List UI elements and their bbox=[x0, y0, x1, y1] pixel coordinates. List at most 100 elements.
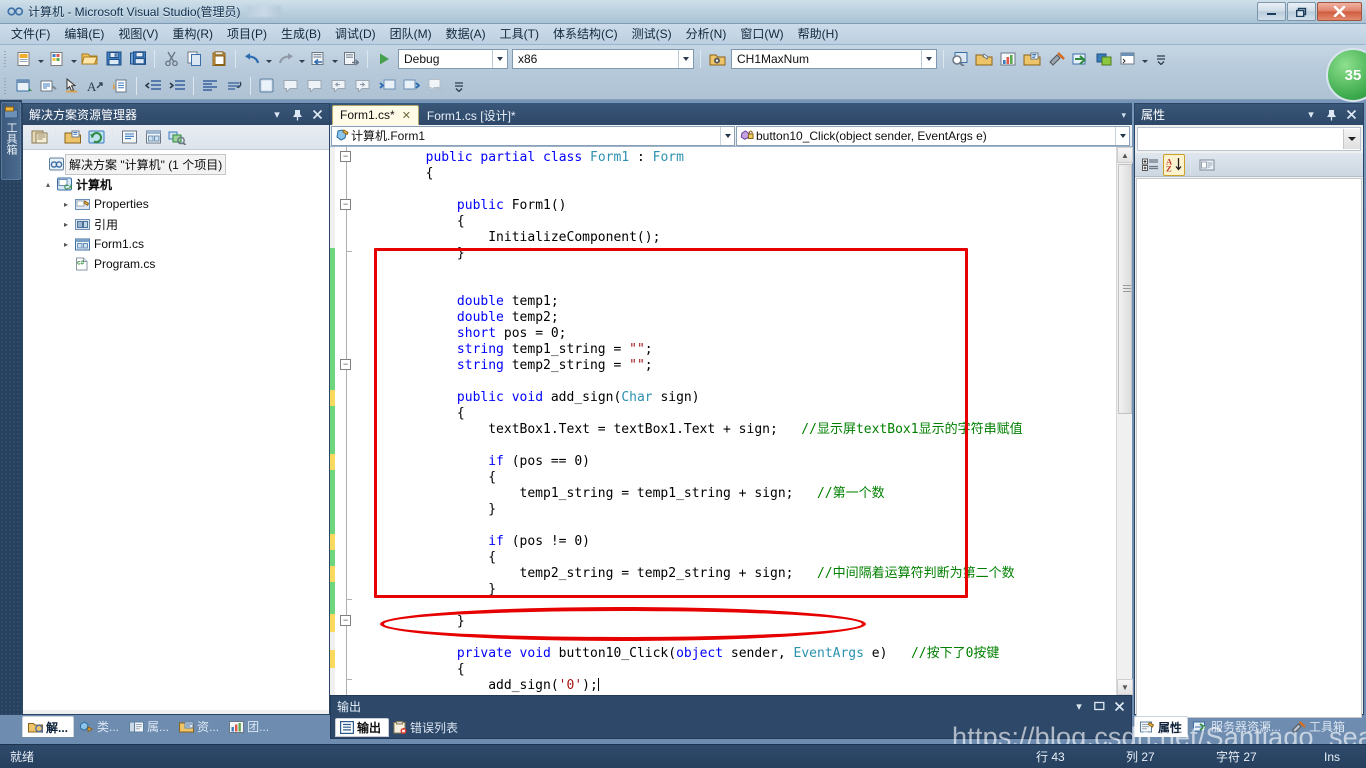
code-text[interactable]: public partial class Form1 : Form { publ… bbox=[359, 147, 1116, 695]
pin-icon[interactable] bbox=[289, 107, 305, 123]
save-all-icon[interactable] bbox=[127, 48, 149, 70]
uncomment-icon[interactable] bbox=[304, 75, 326, 97]
output-tab-output[interactable]: 输出 bbox=[335, 717, 390, 737]
add-new-item-dropdown-icon[interactable] bbox=[69, 48, 78, 70]
add-new-item-icon[interactable] bbox=[46, 48, 68, 70]
navigate-backward-dropdown-icon[interactable] bbox=[330, 48, 339, 70]
show-all-files-icon[interactable] bbox=[61, 126, 83, 148]
menu-item-help[interactable]: 帮助(H) bbox=[791, 23, 846, 45]
scroll-up-button[interactable]: ▲ bbox=[1117, 147, 1133, 163]
toolbar-options-icon[interactable] bbox=[448, 75, 470, 97]
menu-item-architecture[interactable]: 体系结构(C) bbox=[546, 23, 625, 45]
scroll-down-button[interactable]: ▼ bbox=[1117, 679, 1133, 695]
scrollbar-thumb[interactable] bbox=[1118, 164, 1132, 414]
tree-item-program-cs[interactable]: c# Program.cs bbox=[27, 254, 329, 274]
solution-configuration-combo[interactable]: Debug bbox=[398, 48, 508, 69]
toolbar-grip[interactable] bbox=[3, 76, 10, 95]
expand-outline-icon[interactable] bbox=[400, 75, 422, 97]
menu-item-project[interactable]: 项目(P) bbox=[220, 23, 274, 45]
redo-dropdown-icon[interactable] bbox=[297, 48, 306, 70]
fold-toggle-constructor[interactable]: − bbox=[340, 199, 351, 210]
undo-dropdown-icon[interactable] bbox=[264, 48, 273, 70]
solution-explorer-icon[interactable] bbox=[1021, 48, 1043, 70]
toolbar-overflow-icon[interactable] bbox=[1140, 48, 1149, 70]
display-form-icon[interactable] bbox=[13, 75, 35, 97]
code-editor[interactable]: − − − − public partial class Form1 : For… bbox=[330, 147, 1133, 695]
dock-tab-server-explorer[interactable]: 服务器资源... bbox=[1188, 716, 1286, 737]
tree-item-references[interactable]: ▸ 引用 bbox=[27, 214, 329, 234]
refresh-icon[interactable] bbox=[85, 126, 107, 148]
align-left-icon[interactable] bbox=[199, 75, 221, 97]
find-in-files-icon[interactable] bbox=[949, 48, 971, 70]
view-code-icon[interactable] bbox=[118, 126, 140, 148]
tree-expander[interactable]: ▸ bbox=[59, 200, 73, 209]
menu-item-window[interactable]: 窗口(W) bbox=[733, 23, 790, 45]
panel-icon[interactable] bbox=[256, 75, 278, 97]
server-explorer-icon[interactable] bbox=[1069, 48, 1091, 70]
close-icon[interactable]: ✕ bbox=[402, 109, 411, 122]
dock-tab-team-explorer[interactable]: 团... bbox=[224, 716, 274, 737]
close-button[interactable] bbox=[1317, 2, 1362, 21]
dock-tab-properties[interactable]: 属... bbox=[124, 716, 174, 737]
class-view-icon[interactable] bbox=[1093, 48, 1115, 70]
menu-item-refactor[interactable]: 重构(R) bbox=[165, 23, 220, 45]
dock-tab-toolbox[interactable]: 工具箱 bbox=[1286, 716, 1350, 737]
pointer-icon[interactable] bbox=[61, 75, 83, 97]
view-code-icon[interactable] bbox=[37, 75, 59, 97]
chevron-down-icon[interactable] bbox=[1343, 129, 1360, 149]
clear-bookmarks-icon[interactable] bbox=[424, 75, 446, 97]
left-dock-tab-toolbox[interactable]: 工具箱 bbox=[1, 102, 21, 180]
close-icon[interactable] bbox=[1111, 698, 1127, 714]
chevron-down-icon[interactable] bbox=[720, 126, 734, 145]
chevron-down-icon[interactable]: ▾ bbox=[269, 107, 285, 123]
startup-project-combo[interactable]: CH1MaxNum bbox=[731, 48, 937, 69]
output-tab-error-list[interactable]: 错误列表 bbox=[389, 718, 465, 737]
properties-page-icon[interactable] bbox=[1196, 154, 1218, 176]
bookmark-prev-icon[interactable] bbox=[328, 75, 350, 97]
restore-icon[interactable] bbox=[1091, 698, 1107, 714]
comment-icon[interactable] bbox=[280, 75, 302, 97]
close-icon[interactable] bbox=[309, 107, 325, 123]
bookmark-next-icon[interactable] bbox=[352, 75, 374, 97]
tree-item-form1-cs[interactable]: ▸ Form1.cs bbox=[27, 234, 329, 254]
start-debug-icon[interactable] bbox=[373, 48, 395, 70]
chevron-down-icon[interactable]: ▾ bbox=[1121, 110, 1126, 121]
cut-icon[interactable] bbox=[160, 48, 182, 70]
menu-item-data[interactable]: 数据(A) bbox=[439, 23, 493, 45]
tree-item-properties[interactable]: ▸ Properties bbox=[27, 194, 329, 214]
toolbox-icon[interactable] bbox=[1045, 48, 1067, 70]
navigate-backward-icon[interactable] bbox=[307, 48, 329, 70]
menu-item-tools[interactable]: 工具(T) bbox=[493, 23, 546, 45]
restore-button[interactable] bbox=[1287, 2, 1316, 21]
properties-object-combo[interactable] bbox=[1137, 127, 1361, 151]
undo-layout-icon[interactable] bbox=[223, 75, 245, 97]
chevron-down-icon[interactable] bbox=[678, 49, 693, 68]
menu-item-edit[interactable]: 编辑(E) bbox=[57, 23, 111, 45]
menu-item-test[interactable]: 测试(S) bbox=[625, 23, 679, 45]
view-designer-icon[interactable] bbox=[142, 126, 164, 148]
fold-toggle-button10-click[interactable]: − bbox=[340, 615, 351, 626]
tree-expander[interactable]: ▸ bbox=[59, 240, 73, 249]
tab-order-icon[interactable] bbox=[109, 75, 131, 97]
menu-item-debug[interactable]: 调试(D) bbox=[328, 23, 383, 45]
dock-tab-solution-explorer[interactable]: 解... bbox=[22, 716, 75, 737]
editor-tab-form1-cs[interactable]: Form1.cs* ✕ bbox=[332, 105, 419, 125]
object-browser-icon[interactable] bbox=[997, 48, 1019, 70]
menu-item-file[interactable]: 文件(F) bbox=[4, 23, 57, 45]
chevron-down-icon[interactable]: ▾ bbox=[1303, 107, 1319, 123]
categorized-icon[interactable] bbox=[1139, 154, 1161, 176]
new-project-dropdown-icon[interactable] bbox=[36, 48, 45, 70]
decrease-indent-icon[interactable] bbox=[142, 75, 164, 97]
properties-window-icon[interactable] bbox=[973, 48, 995, 70]
properties-icon[interactable] bbox=[28, 126, 50, 148]
redo-icon[interactable] bbox=[274, 48, 296, 70]
increase-indent-icon[interactable] bbox=[166, 75, 188, 97]
chevron-down-icon[interactable] bbox=[921, 49, 936, 68]
minimize-button[interactable] bbox=[1257, 2, 1286, 21]
navigation-member-combo[interactable]: button10_Click(object sender, EventArgs … bbox=[736, 125, 1130, 146]
undo-icon[interactable] bbox=[241, 48, 263, 70]
dock-tab-properties-right[interactable]: 属性 bbox=[1134, 716, 1189, 737]
toolbar-grip[interactable] bbox=[3, 49, 10, 68]
toggle-all-outline-icon[interactable] bbox=[376, 75, 398, 97]
dock-tab-resource-view[interactable]: 资... bbox=[174, 716, 224, 737]
